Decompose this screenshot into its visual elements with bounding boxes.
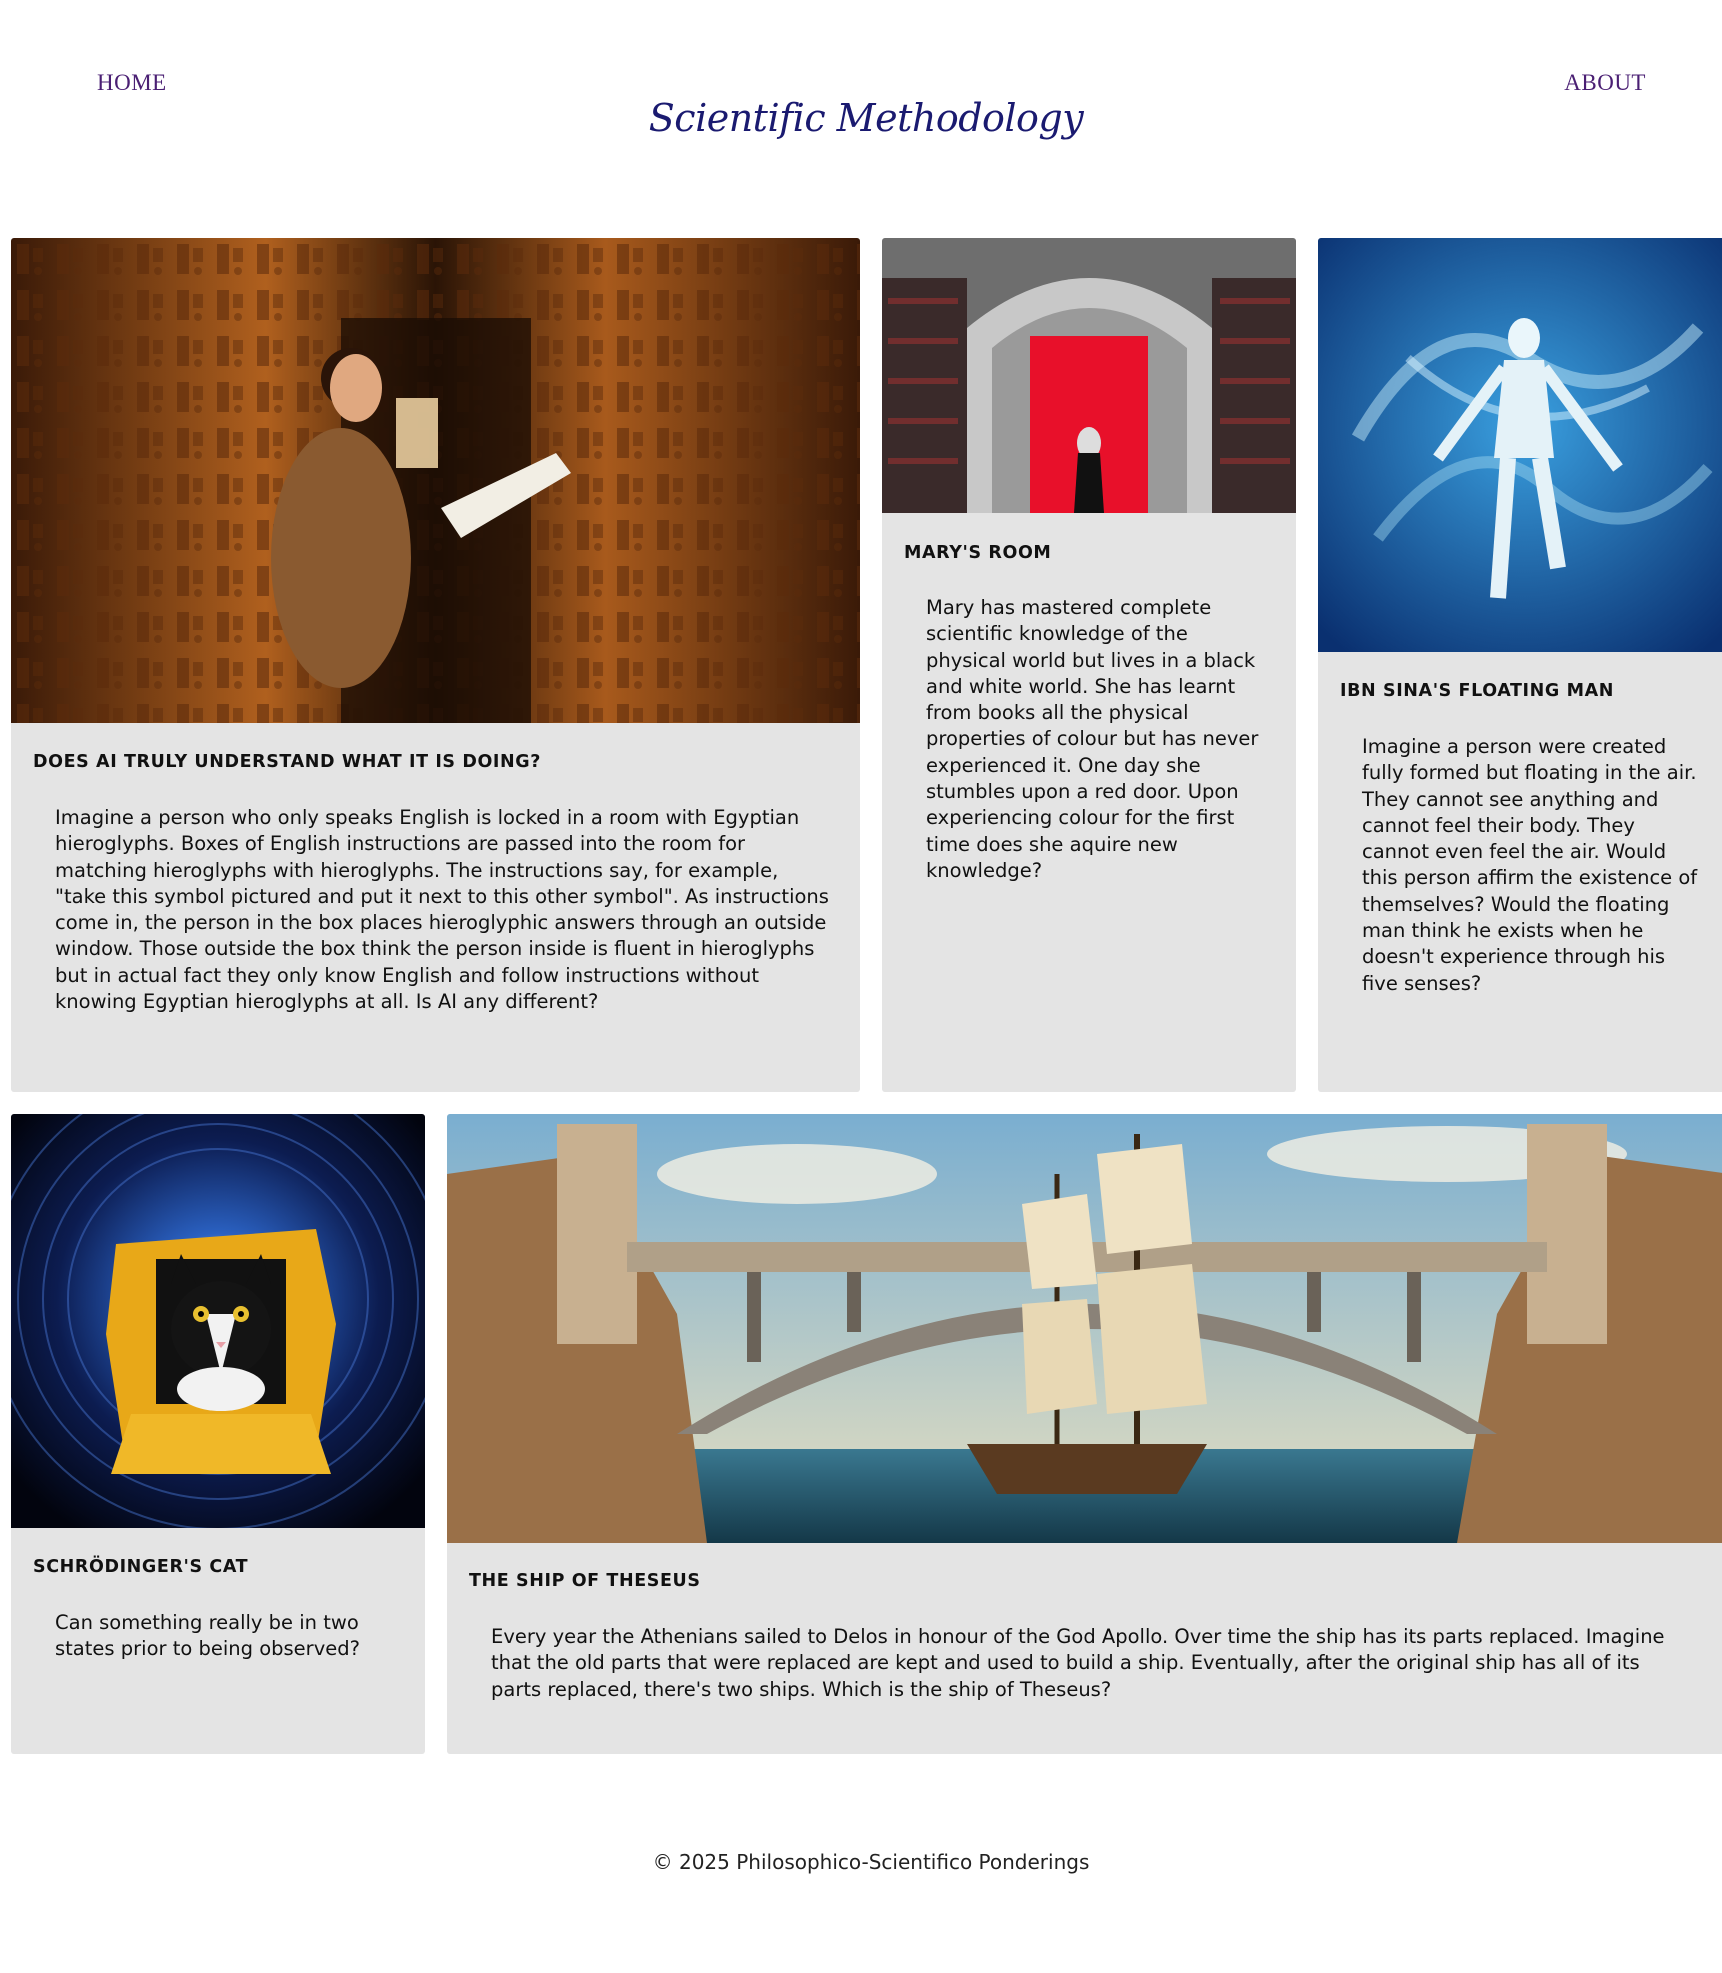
card-marys-room: MARY'S ROOM Mary has mastered complete s… <box>882 238 1296 1092</box>
nav-about-link[interactable]: ABOUT <box>1564 70 1646 96</box>
card-title: THE SHIP OF THESEUS <box>469 1571 701 1591</box>
card-text: Every year the Athenians sailed to Delos… <box>491 1625 1665 1701</box>
card-text: Imagine a person who only speaks English… <box>55 806 829 1014</box>
cat-in-box-image <box>11 1114 425 1528</box>
card-title: MARY'S ROOM <box>904 543 1052 563</box>
card-ship-of-theseus: THE SHIP OF THESEUS Every year the Athen… <box>447 1114 1722 1754</box>
card-text: Imagine a person were created fully form… <box>1362 735 1698 995</box>
site-title: Scientific Methodology <box>648 96 1084 140</box>
card-text: Can something really be in two states pr… <box>55 1611 360 1661</box>
footer-copyright: © 2025 Philosophico-Scientifico Ponderin… <box>652 1850 1090 1874</box>
card-title: DOES AI TRULY UNDERSTAND WHAT IT IS DOIN… <box>33 752 542 772</box>
nav-home-link[interactable]: HOME <box>97 70 167 96</box>
card-floating-man: IBN SINA'S FLOATING MAN Imagine a person… <box>1318 238 1722 1092</box>
card-schrodingers-cat: SCHRÖDINGER'S CAT Can something really b… <box>11 1114 425 1754</box>
card-text: Mary has mastered complete scientific kn… <box>926 596 1259 882</box>
card-ai-understanding: DOES AI TRULY UNDERSTAND WHAT IT IS DOIN… <box>11 238 860 1092</box>
ship-under-bridge-image <box>447 1114 1722 1543</box>
card-title: SCHRÖDINGER'S CAT <box>33 1557 249 1577</box>
hieroglyph-corridor-image <box>11 238 860 723</box>
card-title: IBN SINA'S FLOATING MAN <box>1340 681 1614 701</box>
floating-man-image <box>1318 238 1722 652</box>
red-door-library-image <box>882 238 1296 513</box>
